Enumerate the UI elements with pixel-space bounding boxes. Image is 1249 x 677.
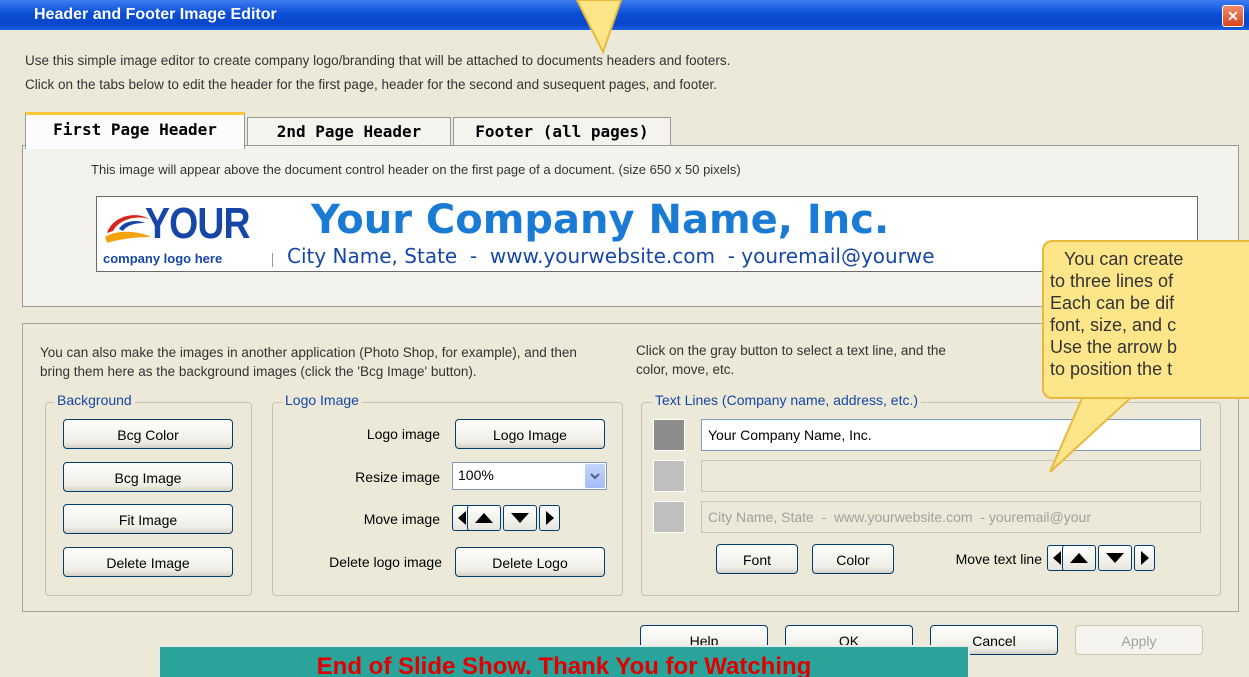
move-text-line-label: Move text line (955, 551, 1042, 567)
text-line-3-field[interactable]: City Name, State - www.yourwebsite.com -… (701, 501, 1201, 533)
intro-line-2: Click on the tabs below to edit the head… (25, 77, 717, 92)
callout-line-3: Each can be dif (1050, 293, 1175, 313)
move-image-down-icon[interactable] (503, 505, 537, 531)
banner-company-name: Your Company Name, Inc. (311, 197, 890, 243)
resize-image-value: 100% (458, 467, 494, 483)
delete-logo-label: Delete logo image (329, 554, 442, 570)
callout-line-2: to three lines of (1050, 271, 1174, 291)
callout-pointer-top-icon (575, 0, 623, 55)
move-image-up-icon[interactable] (467, 505, 501, 531)
slide-show-banner: End of Slide Show. Thank You for Watchin… (158, 645, 970, 677)
tab-footer-all-pages[interactable]: Footer (all pages) (453, 117, 671, 146)
resize-image-label: Resize image (355, 469, 440, 485)
apply-button[interactable]: Apply (1075, 625, 1203, 655)
delete-logo-button[interactable]: Delete Logo (455, 547, 605, 577)
slide-show-banner-text: End of Slide Show. Thank You for Watchin… (316, 653, 812, 677)
tab-first-page-header[interactable]: First Page Header (25, 112, 245, 149)
lower-left-text: You can also make the images in another … (40, 345, 577, 379)
bcg-image-button[interactable]: Bcg Image (63, 462, 233, 492)
move-image-label: Move image (363, 511, 440, 527)
bcg-color-button[interactable]: Bcg Color (63, 419, 233, 449)
tab-2nd-page-header[interactable]: 2nd Page Header (247, 117, 451, 146)
chevron-down-icon[interactable] (585, 464, 605, 488)
banner-divider (272, 253, 273, 267)
color-button[interactable]: Color (812, 544, 894, 574)
logo-image-label: Logo image (366, 426, 440, 442)
callout-line-4: font, size, and c (1050, 315, 1177, 335)
callout-line-6: to position the t (1050, 359, 1173, 379)
font-button[interactable]: Font (716, 544, 798, 574)
lower-right-text-1: Click on the gray button to select a tex… (636, 343, 946, 358)
resize-image-select[interactable]: 100% (452, 462, 607, 490)
move-text-down-icon[interactable] (1098, 545, 1132, 571)
move-text-right-icon[interactable] (1134, 545, 1155, 571)
banner-contact-line: City Name, State - www.yourwebsite.com -… (287, 244, 935, 268)
move-image-right-icon[interactable] (539, 505, 560, 531)
tooltip-callout: You can create to three lines of Each ca… (1042, 240, 1249, 399)
background-legend: Background (54, 392, 135, 408)
tab-panel-description: This image will appear above the documen… (91, 162, 741, 177)
text-lines-legend: Text Lines (Company name, address, etc.) (652, 392, 922, 408)
lower-right-text-2: color, move, etc. (636, 362, 735, 377)
move-text-up-icon[interactable] (1062, 545, 1096, 571)
callout-line-1: You can create (1064, 249, 1184, 269)
text-line-2-select[interactable] (653, 460, 685, 492)
fit-image-button[interactable]: Fit Image (63, 504, 233, 534)
logo-caption: company logo here (103, 251, 223, 266)
window-title: Header and Footer Image Editor (34, 6, 277, 23)
logo-word: YOUR (145, 199, 251, 248)
delete-image-button[interactable]: Delete Image (63, 547, 233, 577)
header-image-preview: YOUR company logo here Your Company Name… (96, 196, 1198, 272)
close-icon[interactable]: ✕ (1222, 5, 1244, 27)
text-line-3-select[interactable] (653, 501, 685, 533)
callout-line-5: Use the arrow b (1050, 337, 1178, 357)
logo-image-button[interactable]: Logo Image (455, 419, 605, 449)
logo-image-legend: Logo Image (282, 392, 362, 408)
text-line-1-select[interactable] (653, 419, 685, 451)
